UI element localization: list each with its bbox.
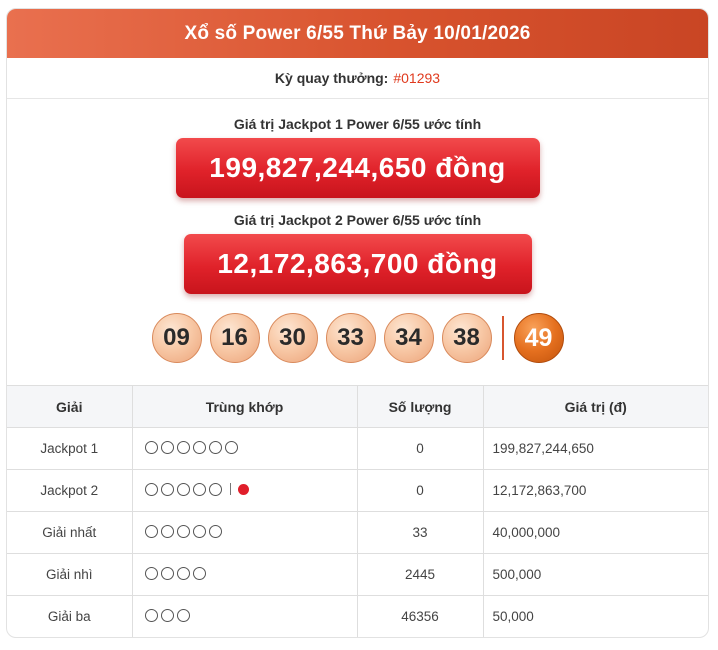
power-dot-icon <box>237 483 249 495</box>
match-circle-icon <box>160 608 174 622</box>
col-header-prize: Giải <box>7 385 133 428</box>
prize-value: 199,827,244,650 <box>482 427 708 470</box>
match-circle-icon <box>144 608 158 622</box>
match-circle-icon <box>160 482 174 496</box>
number-ball: 33 <box>325 313 376 363</box>
match-circle-icon <box>208 440 222 454</box>
match-circle-icon <box>192 566 206 580</box>
match-circle-icon <box>160 524 174 538</box>
table-row: Giải ba 46356 50,000 <box>7 595 708 637</box>
jackpot-2-label: Giá trị Jackpot 2 Power 6/55 ước tính <box>233 212 482 228</box>
number-ball: 34 <box>383 313 434 363</box>
prize-name: Giải nhì <box>7 553 133 596</box>
match-circle-icon <box>144 440 158 454</box>
match-pattern <box>131 553 358 596</box>
match-circle-icon <box>192 440 206 454</box>
table-row: Giải nhất 33 40,000,000 <box>7 511 708 554</box>
match-circle-icon <box>192 482 206 496</box>
winner-count: 0 <box>356 427 484 470</box>
number-ball: 09 <box>151 313 202 363</box>
jackpot-2-value: 12,172,863,700 đồng <box>183 234 532 294</box>
winner-count: 0 <box>356 469 484 512</box>
page-title: Xổ số Power 6/55 Thứ Bảy 10/01/2026 <box>7 9 708 58</box>
col-header-value: Giá trị (đ) <box>482 385 708 428</box>
prize-name: Giải ba <box>7 595 133 637</box>
prize-value: 500,000 <box>482 553 708 596</box>
prize-name: Jackpot 2 <box>7 469 133 512</box>
jackpot-1-value: 199,827,244,650 đồng <box>175 138 540 198</box>
match-circle-icon <box>144 524 158 538</box>
match-pattern <box>131 511 358 554</box>
prize-value: 50,000 <box>482 595 708 637</box>
winner-count: 46356 <box>356 595 484 637</box>
match-circle-icon <box>176 566 190 580</box>
prize-value: 12,172,863,700 <box>482 469 708 512</box>
match-circle-icon <box>160 440 174 454</box>
results-card: Xổ số Power 6/55 Thứ Bảy 10/01/2026 Kỳ q… <box>6 8 709 638</box>
prize-name: Giải nhất <box>7 511 133 554</box>
draw-label: Kỳ quay thưởng: <box>274 70 389 86</box>
match-pattern <box>131 427 358 470</box>
col-header-quantity: Số lượng <box>356 385 484 428</box>
match-circle-icon <box>144 482 158 496</box>
jackpot-1-label: Giá trị Jackpot 1 Power 6/55 ước tính <box>233 116 482 132</box>
table-header-row: Giải Trùng khớp Số lượng Giá trị (đ) <box>7 385 708 428</box>
prize-value: 40,000,000 <box>482 511 708 554</box>
power-ball: 49 <box>513 313 564 363</box>
number-ball: 30 <box>267 313 318 363</box>
match-circle-icon <box>160 566 174 580</box>
table-row: Jackpot 1 0 199,827,244,650 <box>7 427 708 470</box>
match-circle-icon <box>208 482 222 496</box>
match-circle-icon <box>176 440 190 454</box>
draw-info: Kỳ quay thưởng: #01293 <box>7 58 708 99</box>
match-circle-icon <box>176 608 190 622</box>
prize-table: Giải Trùng khớp Số lượng Giá trị (đ) Jac… <box>7 385 708 637</box>
winner-count: 33 <box>356 511 484 554</box>
table-row: Giải nhì 2445 500,000 <box>7 553 708 596</box>
match-pattern <box>131 469 358 512</box>
match-circle-icon <box>192 524 206 538</box>
table-row: Jackpot 2 0 12,172,863,700 <box>7 469 708 512</box>
number-ball: 16 <box>209 313 260 363</box>
draw-id-link[interactable]: #01293 <box>393 70 440 86</box>
winner-count: 2445 <box>356 553 484 596</box>
match-circle-icon <box>176 482 190 496</box>
number-ball: 38 <box>441 313 492 363</box>
prize-name: Jackpot 1 <box>7 427 133 470</box>
col-header-match: Trùng khớp <box>131 385 358 428</box>
match-circle-icon <box>224 440 238 454</box>
match-pattern <box>131 595 358 637</box>
winning-numbers: 09 16 30 33 34 38 49 <box>7 312 708 364</box>
match-circle-icon <box>176 524 190 538</box>
power-separator <box>501 316 504 360</box>
match-circle-icon <box>144 566 158 580</box>
power-divider <box>229 483 231 495</box>
match-circle-icon <box>208 524 222 538</box>
